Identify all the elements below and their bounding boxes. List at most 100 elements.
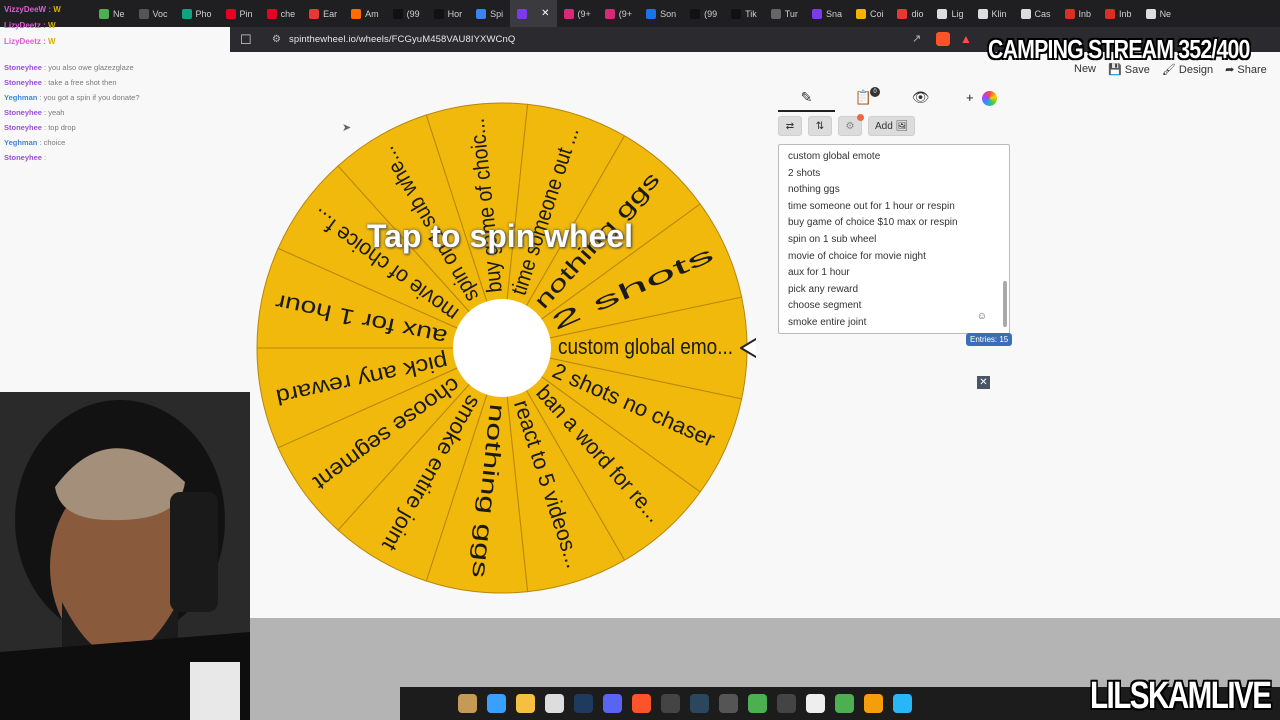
browser-tab[interactable]: Tur bbox=[764, 0, 805, 27]
pencil-icon: ✎ bbox=[800, 89, 813, 105]
brave-shields-icon[interactable] bbox=[936, 32, 950, 46]
streamdeck-icon[interactable] bbox=[719, 694, 738, 713]
copilot-icon[interactable] bbox=[487, 694, 506, 713]
browser-tab[interactable]: Inb bbox=[1098, 0, 1139, 27]
calculator-icon[interactable] bbox=[545, 694, 564, 713]
entries-scrollbar[interactable] bbox=[1003, 281, 1007, 327]
xbox-icon[interactable] bbox=[835, 694, 854, 713]
add-image-button[interactable]: Add 🖼 bbox=[868, 116, 916, 136]
browser-tab[interactable]: (9+ bbox=[557, 0, 598, 27]
chat-message: Yeghman : choice bbox=[4, 135, 234, 150]
entry-line[interactable]: 2 shots bbox=[788, 166, 1009, 183]
brave-icon[interactable] bbox=[632, 694, 651, 713]
emoji-icon[interactable]: ☺ bbox=[977, 311, 987, 322]
tab-favicon-icon bbox=[392, 8, 403, 19]
browser-tab[interactable]: Lig bbox=[930, 0, 970, 27]
entry-line[interactable]: buy game of choice $10 max or respin bbox=[788, 215, 1009, 232]
bookmark-icon[interactable]: ☐ bbox=[240, 32, 256, 48]
entry-line[interactable]: custom global emote bbox=[788, 149, 1009, 166]
headphones bbox=[170, 492, 218, 612]
add-wheel-icon[interactable]: + bbox=[966, 90, 974, 105]
chat-username: Stoneyhee bbox=[4, 153, 42, 162]
browser-tab[interactable]: Ear bbox=[302, 0, 344, 27]
notepad-icon[interactable] bbox=[893, 694, 912, 713]
browser-tab[interactable]: (99 bbox=[386, 0, 427, 27]
chat-overlay: Stoneyhee : you also owe glazezglaze Ston… bbox=[4, 60, 234, 165]
sort-button[interactable]: ⇅ bbox=[808, 116, 832, 136]
browser-tab[interactable]: Ne bbox=[1139, 0, 1179, 27]
close-tab-icon[interactable]: ✕ bbox=[541, 8, 549, 19]
share-page-icon[interactable]: ↗ bbox=[912, 32, 926, 46]
tab-favicon-icon bbox=[309, 8, 320, 19]
browser-tab[interactable]: Coi bbox=[849, 0, 891, 27]
entry-line[interactable]: time someone out for 1 hour or respin bbox=[788, 199, 1009, 216]
chat-username: Yeghman bbox=[4, 138, 38, 147]
cat-app-icon[interactable] bbox=[458, 694, 477, 713]
photoshop-icon[interactable] bbox=[574, 694, 593, 713]
browser-tab[interactable]: Pho bbox=[175, 0, 219, 27]
browser-tab[interactable]: Pin bbox=[219, 0, 260, 27]
browser-tab[interactable]: Inb bbox=[1058, 0, 1099, 27]
shuffle-icon: ⇄ bbox=[785, 120, 795, 132]
browser-tab[interactable]: (99 bbox=[683, 0, 724, 27]
discord-icon[interactable] bbox=[603, 694, 622, 713]
browser-tab[interactable]: Hor bbox=[427, 0, 470, 27]
save-button[interactable]: 💾 Save bbox=[1108, 63, 1150, 76]
tab-favicon-icon bbox=[1145, 8, 1156, 19]
browser-tab[interactable]: Klin bbox=[971, 0, 1014, 27]
share-button[interactable]: ➦ Share bbox=[1225, 63, 1267, 76]
settings-dot bbox=[857, 114, 864, 121]
chat-username: Stoneyhee bbox=[4, 123, 42, 132]
browser-tab[interactable]: Sna bbox=[805, 0, 849, 27]
entry-line[interactable]: movie of choice for movie night bbox=[788, 249, 1009, 266]
obs-icon[interactable] bbox=[661, 694, 680, 713]
entries-textarea[interactable]: custom global emote 2 shots nothing ggs tim… bbox=[778, 144, 1010, 334]
entry-line[interactable]: nothing ggs bbox=[788, 182, 1009, 199]
tab-hidden[interactable]: 👁 bbox=[892, 84, 949, 112]
shuffle-button[interactable]: ⇄ bbox=[778, 116, 802, 136]
steam-icon[interactable] bbox=[690, 694, 709, 713]
color-wheel-icon[interactable] bbox=[982, 91, 997, 106]
design-button[interactable]: 🖌 Design bbox=[1162, 63, 1213, 76]
wheel-center-hub bbox=[453, 299, 551, 397]
browser-tab[interactable]: Tik bbox=[724, 0, 764, 27]
url-field[interactable]: spinthewheel.io/wheels/FCGyuM458VAU8IYXW… bbox=[289, 34, 515, 45]
entries-count-badge: Entries: 15 bbox=[966, 333, 1013, 346]
money-icon[interactable] bbox=[748, 694, 767, 713]
entry-line[interactable]: aux for 1 hour bbox=[788, 265, 1009, 282]
browser-tab[interactable]: Cas bbox=[1014, 0, 1058, 27]
tab-edit[interactable]: ✎ bbox=[778, 84, 835, 112]
chat-username: Stoneyhee bbox=[4, 78, 42, 87]
tab-favicon-icon bbox=[1064, 8, 1075, 19]
browser-tab[interactable]: Son bbox=[639, 0, 683, 27]
browser-tab[interactable]: dio bbox=[890, 0, 930, 27]
spin-prompt[interactable]: Tap to spin wheel bbox=[300, 218, 700, 255]
new-button[interactable]: New bbox=[1074, 63, 1096, 76]
browser-tab[interactable]: ✕ bbox=[510, 0, 557, 27]
tab-label: Inb bbox=[1078, 8, 1092, 19]
tab-favicon-icon bbox=[351, 8, 362, 19]
browser-tab[interactable]: Am bbox=[344, 0, 386, 27]
tab-label: Pin bbox=[239, 8, 253, 19]
fl-studio-icon[interactable] bbox=[864, 694, 883, 713]
entry-line[interactable]: spin on 1 sub wheel bbox=[788, 232, 1009, 249]
file-explorer-icon[interactable] bbox=[516, 694, 535, 713]
tab-favicon-icon bbox=[225, 8, 236, 19]
brave-rewards-icon[interactable]: ▲ bbox=[960, 32, 974, 46]
4k-downloader-icon[interactable] bbox=[777, 694, 796, 713]
tab-label: Son bbox=[660, 8, 677, 19]
entry-line[interactable]: pick any reward bbox=[788, 282, 1009, 299]
browser-tab[interactable]: che bbox=[260, 0, 303, 27]
chat-message: Stoneyhee : bbox=[4, 150, 234, 165]
close-icon[interactable]: ✕ bbox=[977, 376, 990, 389]
capcut-icon[interactable] bbox=[806, 694, 825, 713]
channel-name-overlay: LILSKAMLIVE bbox=[1090, 675, 1272, 717]
browser-tab[interactable]: Voc bbox=[132, 0, 175, 27]
site-settings-icon[interactable]: ⚙ bbox=[272, 34, 281, 45]
browser-tab[interactable]: Spi bbox=[469, 0, 510, 27]
tab-results[interactable]: 📋 0 bbox=[835, 84, 892, 112]
settings-button[interactable]: ⚙ bbox=[838, 114, 864, 136]
tab-favicon-icon bbox=[646, 8, 657, 19]
browser-tab[interactable]: (9+ bbox=[598, 0, 639, 27]
spin-wheel[interactable]: custom global emo...2 shots no chaserban… bbox=[256, 102, 756, 602]
